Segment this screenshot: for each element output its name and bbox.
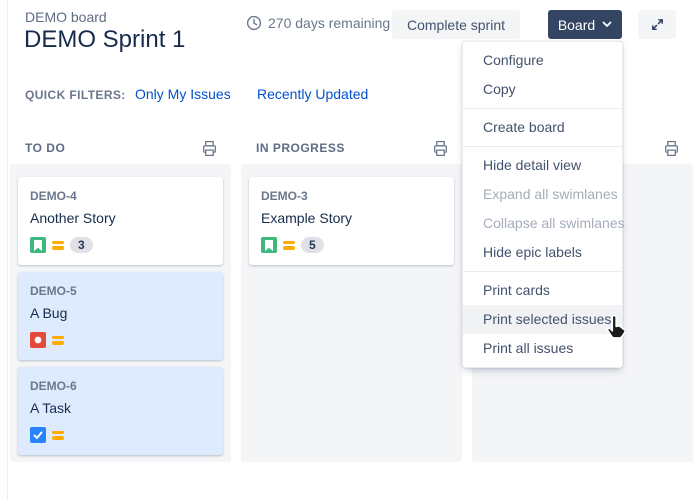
menu-group: Create board <box>463 108 622 146</box>
menu-item-expand-all-swimlanes: Expand all swimlanes <box>463 180 622 209</box>
estimate-badge: 3 <box>70 237 93 253</box>
issue-card-demo-3[interactable]: DEMO-3 Example Story 5 <box>249 177 454 265</box>
sprint-days-remaining: 270 days remaining <box>246 15 390 31</box>
issue-key: DEMO-3 <box>261 189 442 203</box>
issue-meta <box>30 332 211 348</box>
board-dropdown-menu: Configure Copy Create board Hide detail … <box>462 41 623 368</box>
issue-key: DEMO-5 <box>30 284 211 298</box>
column-body: DEMO-3 Example Story 5 <box>241 164 462 462</box>
print-column-icon[interactable] <box>662 139 680 157</box>
menu-group: Hide detail view Expand all swimlanes Co… <box>463 146 622 271</box>
breadcrumb[interactable]: DEMO board <box>25 9 107 25</box>
menu-group: Print cards Print selected issues Print … <box>463 271 622 367</box>
story-icon <box>261 237 277 253</box>
bug-icon <box>30 332 46 348</box>
menu-item-hide-epic-labels[interactable]: Hide epic labels <box>463 238 622 267</box>
board-menu-button-label: Board <box>558 17 595 33</box>
menu-item-configure[interactable]: Configure <box>463 46 622 75</box>
content-left-divider <box>7 0 8 500</box>
issue-card-demo-6[interactable]: DEMO-6 A Task <box>18 367 223 455</box>
column-header: IN PROGRESS <box>241 132 462 164</box>
issue-title: Another Story <box>30 210 211 226</box>
menu-item-copy[interactable]: Copy <box>463 75 622 104</box>
priority-medium-icon <box>283 241 295 250</box>
menu-item-hide-detail-view[interactable]: Hide detail view <box>463 151 622 180</box>
issue-key: DEMO-6 <box>30 379 211 393</box>
issue-meta <box>30 427 211 443</box>
issue-card-demo-5[interactable]: DEMO-5 A Bug <box>18 272 223 360</box>
column-header: TO DO <box>10 132 231 164</box>
print-column-icon[interactable] <box>431 139 449 157</box>
board-page: DEMO board DEMO Sprint 1 270 days remain… <box>0 0 699 500</box>
issue-key: DEMO-4 <box>30 189 211 203</box>
print-column-icon[interactable] <box>200 139 218 157</box>
column-name: IN PROGRESS <box>256 141 345 155</box>
issue-meta: 3 <box>30 237 211 253</box>
board-menu-button[interactable]: Board <box>548 10 622 39</box>
menu-item-collapse-all-swimlanes: Collapse all swimlanes <box>463 209 622 238</box>
complete-sprint-button[interactable]: Complete sprint <box>392 10 520 39</box>
fullscreen-expand-button[interactable] <box>638 10 676 39</box>
priority-medium-icon <box>52 336 64 345</box>
clock-icon <box>246 15 262 31</box>
task-icon <box>30 427 46 443</box>
quick-filter-recently-updated[interactable]: Recently Updated <box>257 86 368 102</box>
estimate-badge: 5 <box>301 237 324 253</box>
quick-filter-only-my-issues[interactable]: Only My Issues <box>135 86 231 102</box>
menu-group: Configure Copy <box>463 42 622 108</box>
issue-title: A Bug <box>30 305 211 321</box>
chevron-down-icon <box>602 21 612 28</box>
priority-medium-icon <box>52 241 64 250</box>
menu-item-print-all-issues[interactable]: Print all issues <box>463 334 622 363</box>
issue-title: Example Story <box>261 210 442 226</box>
column-body: DEMO-4 Another Story 3 DEMO-5 A Bug <box>10 164 231 462</box>
issue-title: A Task <box>30 400 211 416</box>
quick-filters-label: QUICK FILTERS: <box>25 88 126 102</box>
menu-item-create-board[interactable]: Create board <box>463 113 622 142</box>
days-remaining-text: 270 days remaining <box>268 15 390 31</box>
issue-meta: 5 <box>261 237 442 253</box>
expand-arrows-icon <box>650 17 665 32</box>
issue-card-demo-4[interactable]: DEMO-4 Another Story 3 <box>18 177 223 265</box>
column-in-progress: IN PROGRESS DEMO-3 Example Story 5 <box>241 132 462 462</box>
story-icon <box>30 237 46 253</box>
column-todo: TO DO DEMO-4 Another Story 3 DEMO-5 A <box>10 132 231 462</box>
page-title: DEMO Sprint 1 <box>24 26 185 54</box>
menu-item-print-selected-issues[interactable]: Print selected issues <box>463 305 622 334</box>
priority-medium-icon <box>52 431 64 440</box>
column-name: TO DO <box>25 141 65 155</box>
menu-item-print-cards[interactable]: Print cards <box>463 276 622 305</box>
